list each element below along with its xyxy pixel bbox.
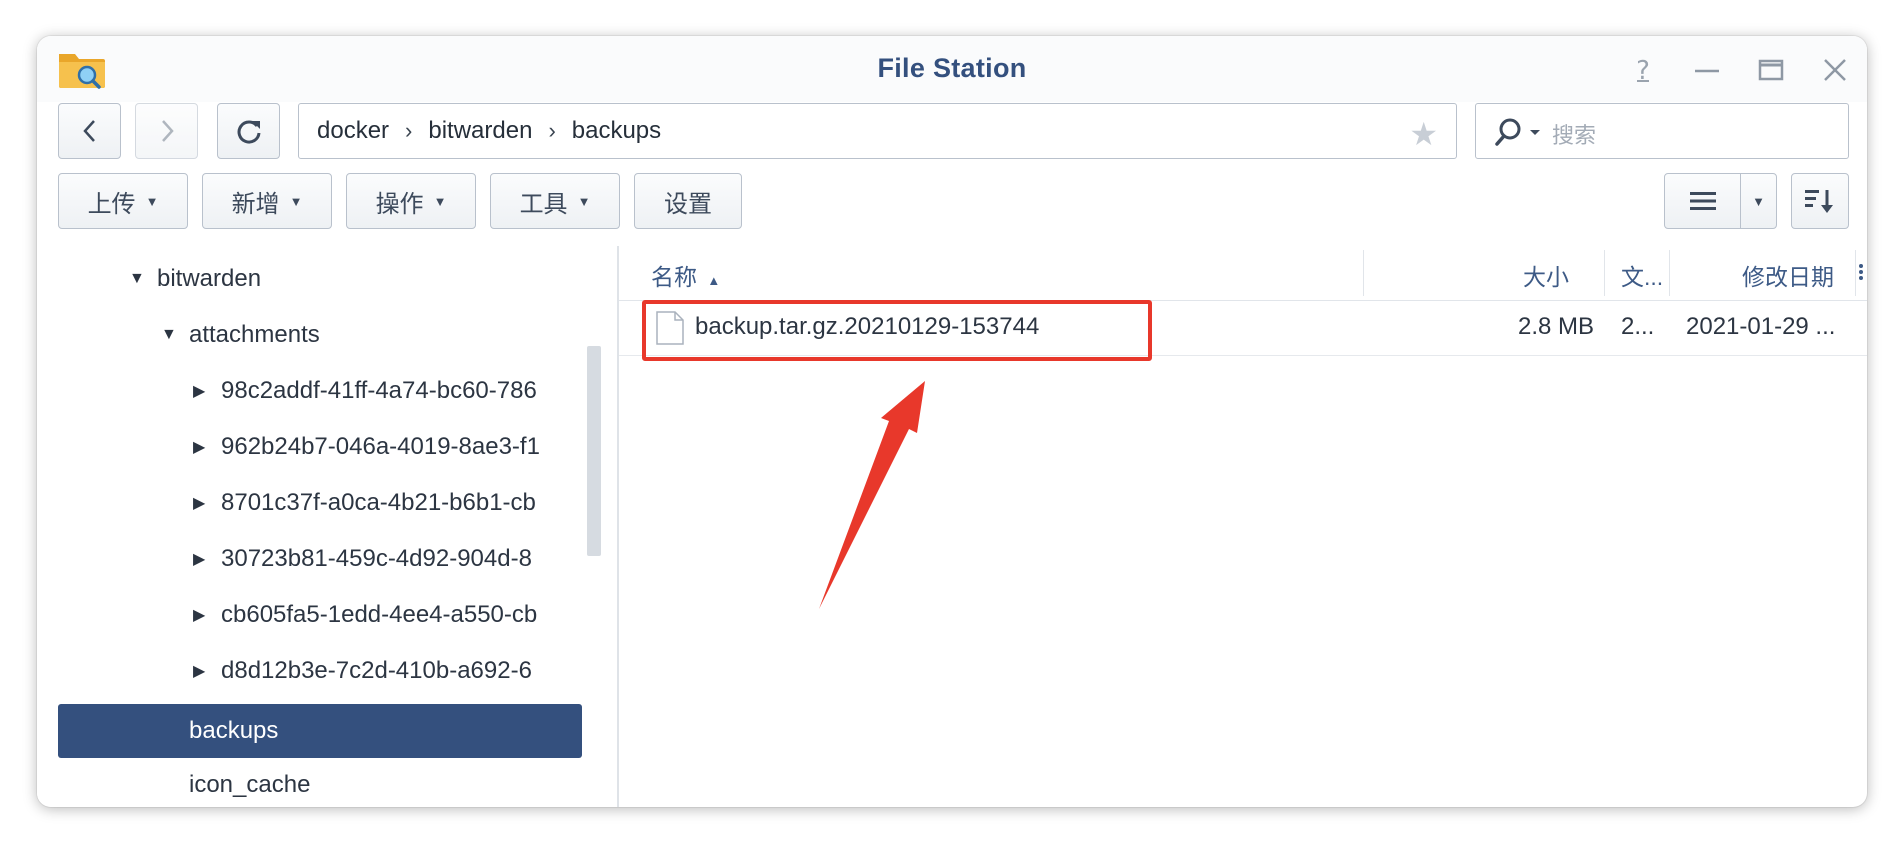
view-mode-button[interactable] (1664, 173, 1741, 229)
caret-down-icon: ▼ (433, 193, 447, 209)
column-separator[interactable] (1363, 250, 1364, 296)
tree-item-backups[interactable]: backups (58, 704, 582, 758)
tree-item-folder[interactable]: ▶ 962b24b7-046a-4019-8ae3-f1 (193, 424, 580, 470)
breadcrumb-docker[interactable]: docker (317, 117, 389, 145)
column-header-name[interactable]: 名称 ▲ (651, 258, 720, 292)
caret-collapsed-icon[interactable]: ▶ (193, 493, 221, 513)
tree-item-label: icon_cache (189, 771, 311, 798)
maximize-icon[interactable] (1753, 52, 1789, 88)
tree-item-label: backups (189, 717, 279, 744)
caret-collapsed-icon[interactable]: ▶ (193, 661, 221, 681)
window-title: File Station (877, 53, 1027, 83)
close-icon[interactable] (1817, 52, 1853, 88)
back-button[interactable] (58, 103, 121, 159)
breadcrumb-backups[interactable]: backups (572, 117, 661, 145)
column-header-size[interactable]: 大小 (1523, 258, 1569, 292)
column-header-type[interactable]: 文... (1621, 258, 1663, 292)
tools-label: 工具 (519, 190, 568, 218)
caret-expanded-icon[interactable]: ▼ (129, 270, 157, 288)
breadcrumb-separator: › (548, 118, 556, 143)
list-header: 名称 ▲ 大小 文... 修改日期 (619, 246, 1867, 301)
tree-item-label: 8701c37f-a0ca-4b21-b6b1-cb (221, 489, 536, 516)
caret-expanded-icon[interactable]: ▼ (161, 326, 189, 344)
folder-tree: ▼ bitwarden ▼ attachments ▶ 98c2addf-41f… (37, 246, 615, 807)
sidebar-scrollbar[interactable] (587, 346, 601, 556)
caret-down-icon: ▼ (577, 193, 591, 209)
tree-item-label: 98c2addf-41ff-4a74-bc60-786 (221, 377, 537, 404)
list-view-icon (1689, 192, 1716, 210)
chevron-left-icon (82, 120, 95, 142)
column-header-modified[interactable]: 修改日期 (1742, 258, 1834, 292)
view-mode-dropdown[interactable]: ▼ (1740, 173, 1777, 229)
settings-button[interactable]: 设置 (634, 173, 742, 229)
upload-label: 上传 (87, 190, 136, 218)
caret-down-icon: ▼ (1752, 193, 1765, 209)
breadcrumb-bitwarden[interactable]: bitwarden (428, 117, 532, 145)
file-size: 2.8 MB (1518, 313, 1595, 340)
tools-menu-button[interactable]: 工具 ▼ (490, 173, 620, 229)
tree-item-bitwarden[interactable]: ▼ bitwarden (129, 256, 261, 302)
search-placeholder: 搜索 (1552, 123, 1597, 148)
tree-item-folder[interactable]: ▶ 98c2addf-41ff-4a74-bc60-786 (193, 368, 580, 414)
breadcrumb-separator: › (405, 118, 413, 143)
tree-item-label: cb605fa5-1edd-4ee4-a550-cb (221, 601, 538, 628)
search-field[interactable]: 搜索 (1475, 103, 1849, 159)
column-separator[interactable] (1669, 250, 1670, 296)
tree-item-folder[interactable]: ▶ cb605fa5-1edd-4ee4-a550-cb (193, 592, 580, 638)
sort-ascending-icon: ▲ (707, 273, 721, 288)
chevron-right-icon (161, 120, 174, 142)
refresh-button[interactable] (217, 103, 280, 159)
caret-collapsed-icon[interactable]: ▶ (193, 381, 221, 401)
action-menu-button[interactable]: 操作 ▼ (346, 173, 476, 229)
search-icon[interactable] (1492, 116, 1542, 148)
help-icon[interactable]: ? (1625, 52, 1661, 88)
title-bar[interactable]: File Station ? (37, 36, 1867, 102)
file-modified: 2021-01-29 ... (1686, 313, 1836, 340)
annotation-highlight-box (642, 300, 1152, 361)
column-name-label: 名称 (651, 264, 697, 290)
action-label: 操作 (375, 190, 424, 218)
tree-item-folder[interactable]: ▶ 30723b81-459c-4d92-904d-8 (193, 536, 580, 582)
path-bar[interactable]: docker › bitwarden › backups ★ (298, 103, 1457, 159)
annotation-arrow (819, 381, 925, 609)
caret-collapsed-icon[interactable]: ▶ (193, 549, 221, 569)
column-options-icon[interactable] (1857, 260, 1865, 284)
tree-item-label: 962b24b7-046a-4019-8ae3-f1 (221, 433, 540, 460)
settings-label: 设置 (664, 190, 712, 218)
refresh-icon (237, 120, 260, 144)
tree-item-attachments[interactable]: ▼ attachments (161, 312, 320, 358)
sort-icon (1805, 190, 1833, 213)
file-type: 2... (1621, 313, 1655, 340)
create-menu-button[interactable]: 新增 ▼ (202, 173, 332, 229)
column-separator[interactable] (1604, 250, 1605, 296)
tree-item-label: d8d12b3e-7c2d-410b-a692-6 (221, 657, 532, 684)
tree-item-icon-cache[interactable]: icon_cache (189, 762, 310, 807)
star-icon[interactable]: ★ (1409, 115, 1438, 153)
minimize-icon[interactable] (1689, 52, 1725, 88)
upload-menu-button[interactable]: 上传 ▼ (58, 173, 188, 229)
tree-item-label: bitwarden (157, 265, 262, 292)
create-label: 新增 (231, 190, 280, 218)
file-station-window: File Station ? docker › bitwarden › back… (37, 36, 1867, 807)
caret-down-icon: ▼ (145, 193, 159, 209)
tree-item-label: attachments (189, 321, 320, 348)
sort-button[interactable] (1791, 173, 1849, 229)
caret-collapsed-icon[interactable]: ▶ (193, 605, 221, 625)
tree-item-label: 30723b81-459c-4d92-904d-8 (221, 545, 532, 572)
tree-item-folder[interactable]: ▶ 8701c37f-a0ca-4b21-b6b1-cb (193, 480, 580, 526)
column-separator[interactable] (1855, 250, 1856, 296)
forward-button[interactable] (135, 103, 198, 159)
tree-item-folder[interactable]: ▶ d8d12b3e-7c2d-410b-a692-6 (193, 648, 580, 694)
caret-collapsed-icon[interactable]: ▶ (193, 437, 221, 457)
caret-down-icon: ▼ (289, 193, 303, 209)
